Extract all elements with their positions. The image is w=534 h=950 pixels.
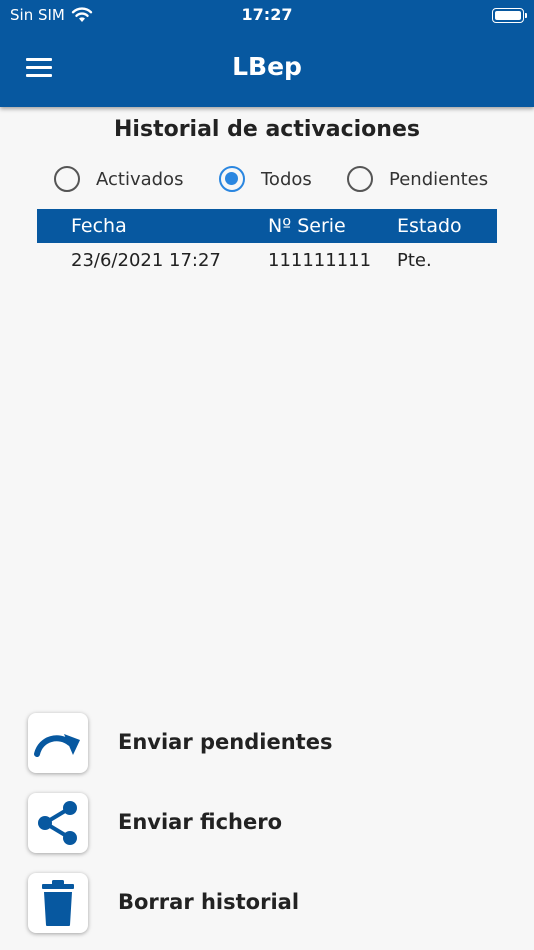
filter-todos-radio[interactable]: Todos [219, 166, 312, 192]
cell-estado: Pte. [397, 250, 432, 271]
cell-fecha: 23/6/2021 17:27 [71, 250, 221, 271]
icon-card[interactable] [28, 793, 88, 853]
enviar-pendientes-button[interactable]: Enviar pendientes [28, 713, 508, 775]
trash-icon [42, 880, 74, 926]
app-title: LBep [232, 52, 302, 81]
radio-circle-checked[interactable] [219, 166, 245, 192]
radio-label: Todos [261, 168, 312, 190]
filter-radio-group: Activados Todos Pendientes [0, 166, 534, 196]
battery-icon [492, 8, 527, 23]
icon-card[interactable] [28, 713, 88, 773]
filter-pendientes-radio[interactable]: Pendientes [347, 166, 488, 192]
share-icon [38, 801, 77, 845]
radio-label: Activados [96, 168, 184, 190]
filter-activados-radio[interactable]: Activados [54, 166, 183, 192]
icon-card[interactable] [28, 873, 88, 933]
table-row[interactable]: 23/6/2021 17:27 111111111 Pte. [37, 243, 497, 277]
radio-circle[interactable] [347, 166, 373, 192]
page-title: Historial de activaciones [114, 117, 420, 142]
status-time: 17:27 [241, 5, 293, 24]
column-header-fecha: Fecha [71, 215, 127, 237]
table-header: Fecha Nº Serie Estado [37, 209, 497, 243]
redo-arrow-icon [34, 734, 80, 757]
column-header-serie: Nº Serie [268, 215, 346, 237]
action-label: Borrar historial [118, 890, 300, 914]
column-header-estado: Estado [397, 215, 462, 237]
action-label: Enviar pendientes [118, 730, 333, 754]
app-header: Sin SIM 17:27 LBep [0, 0, 534, 107]
radio-circle[interactable] [54, 166, 80, 192]
enviar-fichero-button[interactable]: Enviar fichero [28, 793, 508, 855]
status-bar: Sin SIM 17:27 [0, 0, 534, 30]
borrar-historial-button[interactable]: Borrar historial [28, 873, 508, 935]
radio-label: Pendientes [389, 168, 489, 190]
action-label: Enviar fichero [118, 810, 283, 834]
cell-serie: 111111111 [268, 250, 372, 271]
